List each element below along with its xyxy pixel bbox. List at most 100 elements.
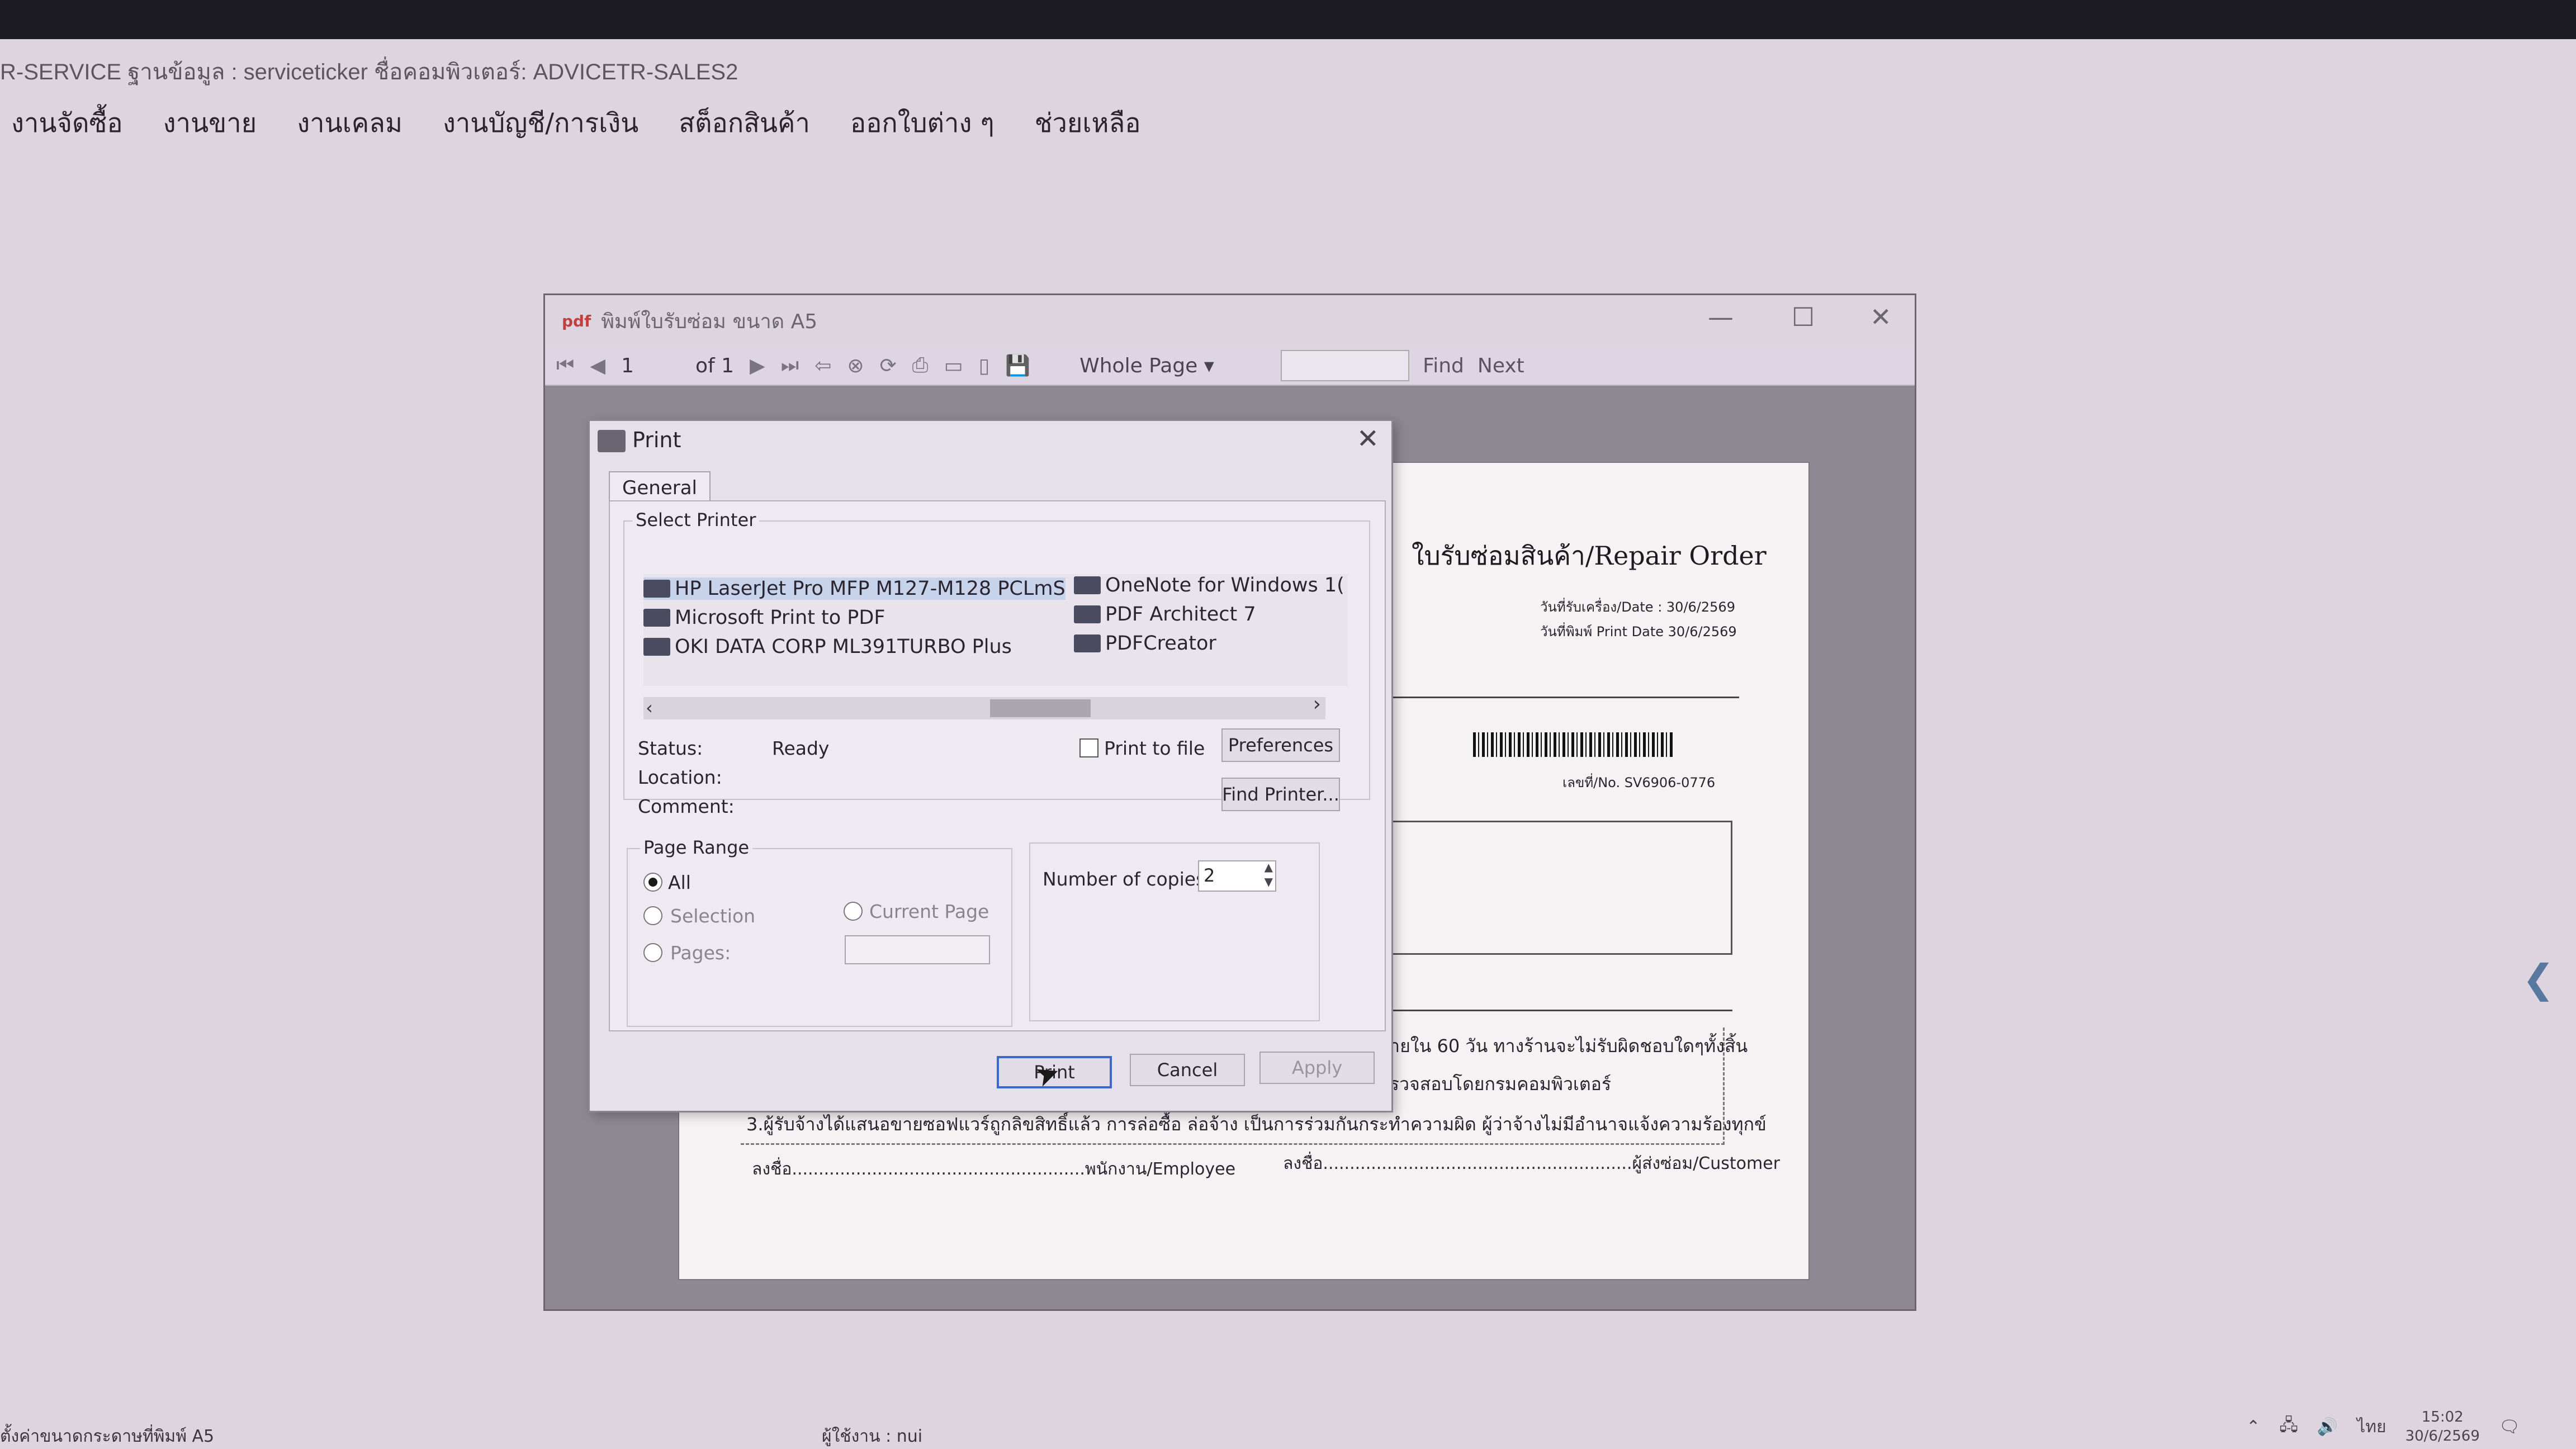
multi-page-icon[interactable]: ▯ (978, 354, 989, 377)
printer-list: HP LaserJet Pro MFP M127-M128 PCLmS Micr… (643, 574, 1348, 686)
printer-icon (598, 430, 626, 452)
main-menu-bar: งานจัดซื้อ งานขาย งานเคลม งานบัญชี/การเง… (11, 102, 1141, 144)
general-panel: Select Printer HP LaserJet Pro MFP M127-… (609, 500, 1386, 1031)
info-box (1378, 821, 1732, 955)
printer-icon (643, 609, 670, 627)
menu-claims[interactable]: งานเคลม (297, 102, 402, 144)
menu-stock[interactable]: สต็อกสินค้า (679, 102, 810, 144)
copies-stepper[interactable]: 2 ▲ ▼ (1198, 860, 1276, 892)
refresh-icon[interactable]: ⟳ (879, 354, 896, 377)
printer-list-scrollbar[interactable]: ‹ › (643, 693, 1325, 719)
first-page-icon[interactable]: ⏮ (556, 354, 574, 377)
range-selection-label: Selection (670, 905, 756, 927)
clock[interactable]: 15:02 30/6/2569 (2405, 1408, 2480, 1446)
printer-ms-print-to-pdf[interactable]: Microsoft Print to PDF (643, 607, 886, 629)
print-icon[interactable]: ⎙ (912, 354, 929, 377)
printer-icon (1074, 634, 1101, 652)
prev-page-icon[interactable]: ◀ (590, 354, 605, 377)
status-bar: ตั้งค่าขนาดกระดาษที่พิมพ์ A5 ผู้ใช้งาน :… (0, 1415, 2576, 1449)
status-label: Status: (638, 737, 703, 759)
next-page-icon[interactable]: ▶ (750, 354, 765, 377)
scroll-thumb[interactable] (990, 699, 1091, 717)
printer-oki[interactable]: OKI DATA CORP ML391TURBO Plus (643, 636, 1012, 658)
select-printer-label: Select Printer (632, 509, 760, 531)
minimize-button[interactable]: — (1708, 302, 1734, 332)
status-paper-size: ตั้งค่าขนาดกระดาษที่พิมพ์ A5 (0, 1427, 215, 1446)
tray-expand-icon[interactable]: ⌃ (2246, 1417, 2260, 1437)
print-to-file-checkbox[interactable] (1079, 738, 1098, 757)
system-tray: ⌃ 🖧 🔊 ไทย 15:02 30/6/2569 🗨 (2246, 1408, 2520, 1446)
close-button[interactable]: ✕ (1870, 302, 1892, 332)
range-current-page-label: Current Page (869, 901, 989, 922)
range-current-page-radio[interactable] (844, 902, 863, 921)
find-printer-button[interactable]: Find Printer... (1221, 778, 1340, 811)
term-2: ตรวจสอบโดยกรมคอมพิวเตอร์ (1378, 1073, 1612, 1095)
employee-signature: ลงชื่อ..................................… (752, 1159, 1236, 1179)
find-link[interactable]: Find (1423, 354, 1464, 377)
customer-signature: ลงชื่อ..................................… (1283, 1154, 1781, 1173)
export-icon[interactable]: 💾 (1005, 354, 1030, 377)
menu-purchasing[interactable]: งานจัดซื้อ (11, 102, 123, 144)
stepper-up-icon[interactable]: ▲ (1265, 860, 1273, 874)
divider (1378, 697, 1739, 698)
menu-documents[interactable]: ออกใบต่าง ๆ (850, 102, 995, 144)
printer-pdf-architect[interactable]: PDF Architect 7 (1074, 603, 1256, 626)
app-title-bar: R-SERVICE ฐานข้อมูล : serviceticker ชื่อ… (0, 60, 738, 84)
divider (1378, 1010, 1732, 1011)
notification-icon[interactable]: 🗨 (2499, 1417, 2520, 1437)
single-page-icon[interactable]: ▭ (944, 354, 963, 377)
maximize-button[interactable]: ☐ (1792, 302, 1815, 332)
term-3: 3.ผู้รับจ้างได้แสนอขายซอฟแวร์ถูกลิขสิทธิ… (746, 1114, 1767, 1135)
clock-date: 30/6/2569 (2405, 1428, 2480, 1445)
zoom-select[interactable]: Whole Page ▾ (1079, 354, 1264, 377)
status-user: ผู้ใช้งาน : nui (822, 1427, 923, 1446)
back-icon[interactable]: ⇦ (815, 354, 831, 377)
receive-date: วันที่รับเครื่อง/Date : 30/6/2569 (1540, 599, 1735, 615)
scroll-right-icon[interactable]: › (1313, 693, 1321, 716)
menu-accounting[interactable]: งานบัญชี/การเงิน (443, 102, 638, 144)
last-page-icon[interactable]: ⏭ (781, 354, 799, 377)
printer-onenote[interactable]: OneNote for Windows 1( (1074, 574, 1344, 596)
tab-general[interactable]: General (609, 471, 711, 504)
range-selection-radio[interactable] (643, 906, 662, 925)
preferences-button[interactable]: Preferences (1221, 728, 1340, 762)
print-to-file-label: Print to file (1104, 737, 1205, 759)
stop-icon[interactable]: ⊗ (847, 354, 864, 377)
desktop-screen: R-SERVICE ฐานข้อมูล : serviceticker ชื่อ… (0, 39, 2576, 1449)
range-pages-radio[interactable] (643, 943, 662, 962)
language-indicator[interactable]: ไทย (2357, 1414, 2386, 1440)
printer-icon (1074, 576, 1101, 594)
menu-sales[interactable]: งานขาย (163, 102, 257, 144)
printer-icon (643, 580, 670, 598)
menu-help[interactable]: ช่วยเหลือ (1035, 102, 1141, 144)
volume-icon[interactable]: 🔊 (2317, 1417, 2338, 1437)
range-all-radio[interactable] (643, 873, 662, 892)
close-icon[interactable]: ✕ (1357, 423, 1379, 454)
status-value: Ready (772, 737, 830, 759)
term-1: ภายใน 60 วัน ทางร้านจะไม่รับผิดชอบใดๆทั้… (1378, 1035, 1748, 1057)
pages-input[interactable] (845, 935, 990, 964)
print-dialog: Print ✕ General Select Printer HP LaserJ… (588, 419, 1393, 1112)
printer-hp-laserjet[interactable]: HP LaserJet Pro MFP M127-M128 PCLmS (643, 577, 1066, 600)
copies-label: Number of copies: (1043, 868, 1212, 890)
printer-pdfcreator[interactable]: PDFCreator (1074, 632, 1216, 655)
page-range-label: Page Range (640, 837, 753, 858)
page-count: of 1 (695, 354, 735, 377)
apply-button[interactable]: Apply (1259, 1052, 1375, 1084)
side-panel-chevron-icon[interactable]: ❮ (2522, 956, 2555, 1002)
printer-icon (1074, 605, 1101, 623)
network-icon[interactable]: 🖧 (2279, 1413, 2298, 1441)
clock-time: 15:02 (2421, 1409, 2464, 1426)
page-number[interactable]: 1 (621, 354, 634, 377)
cancel-button[interactable]: Cancel (1130, 1054, 1245, 1086)
search-input[interactable] (1281, 350, 1410, 381)
document-title: ใบรับซ่อมสินค้า/Repair Order (1412, 541, 1767, 571)
copies-value: 2 (1204, 865, 1215, 886)
range-pages-label: Pages: (670, 942, 731, 964)
scroll-left-icon[interactable]: ‹ (646, 697, 653, 718)
range-all-label: All (668, 872, 691, 893)
next-link[interactable]: Next (1478, 354, 1524, 377)
pdf-logo-icon: pdf (562, 311, 591, 330)
stepper-down-icon[interactable]: ▼ (1265, 875, 1273, 888)
viewer-title: พิมพ์ใบรับซ่อม ขนาด A5 (601, 310, 818, 333)
